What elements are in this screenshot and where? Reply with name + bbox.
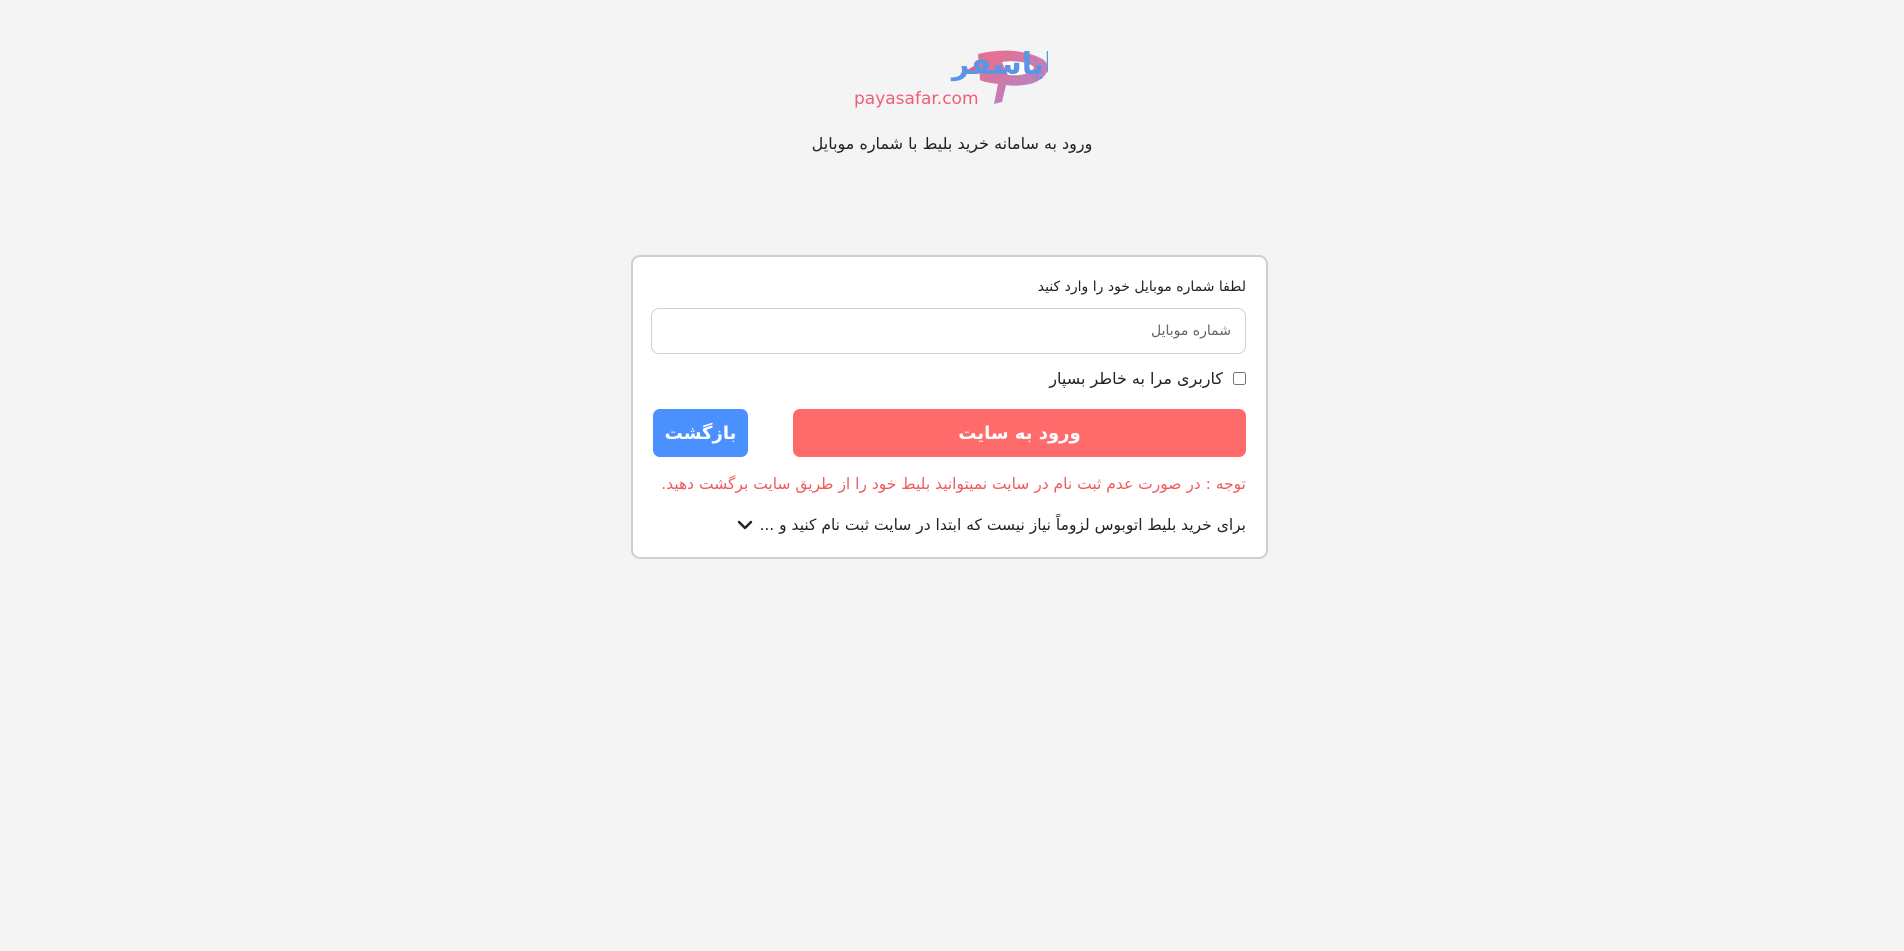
logo-domain: payasafar.com [854,89,979,109]
payasafar-logo-icon: پایاسفر payasafar.com [854,47,1048,109]
remember-me-checkbox[interactable] [1233,372,1246,385]
remember-me[interactable]: کاربری مرا به خاطر بسپار [1049,369,1246,388]
remember-me-label: کاربری مرا به خاطر بسپار [1049,369,1223,388]
chevron-down-icon[interactable] [737,519,753,531]
logo-text: پایاسفر [950,47,1048,82]
login-page: پایاسفر payasafar.com ورود به سامانه خری… [0,0,1904,951]
payasafar-logo: پایاسفر payasafar.com [852,46,1048,110]
registration-notice: توجه : در صورت عدم ثبت نام در سایت نمیتو… [661,475,1246,493]
login-card: لطفا شماره موبایل خود را وارد کنید کاربر… [631,255,1268,559]
phone-input[interactable] [651,308,1246,354]
info-expander[interactable]: برای خرید بلیط اتوبوس لزوماً نیاز نیست ک… [737,516,1246,534]
info-text: برای خرید بلیط اتوبوس لزوماً نیاز نیست ک… [759,516,1246,534]
phone-label: لطفا شماره موبایل خود را وارد کنید [1037,279,1246,295]
back-button[interactable]: بازگشت [653,409,748,457]
login-button[interactable]: ورود به سایت [793,409,1246,457]
page-subtitle: ورود به سامانه خرید بلیط با شماره موبایل [811,134,1093,153]
